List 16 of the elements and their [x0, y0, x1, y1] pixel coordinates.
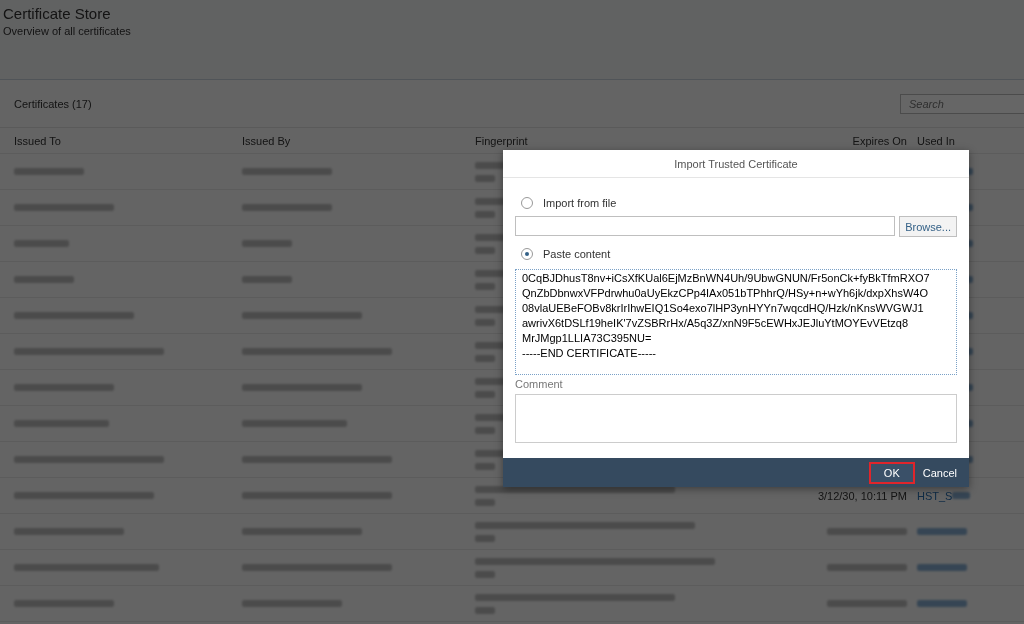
file-path-field[interactable] — [515, 216, 896, 236]
cancel-button[interactable]: Cancel — [918, 461, 961, 484]
certificate-content-field[interactable]: 0CqBJDhusT8nv+iCsXfKUal6EjMzBnWN4Uh/9UbwGNUN/Fr5onCk+fyBkTfmRXO7 QnZbDbnwxVFPdrwhu0aUyEkzCPp4IAx051bTPhhrQ/HSy+n+wYh6jk/dxpXhsW4O 08vlaUEBeFOBv8krIrIhwEIQ1So4exo7lHP3ynHYYn7wqcdHQ/Hzk/nKnsWVGWJ1 awrivX6tDSLf19heIK'7vZSBRrHx/A5q3Z/xnN9F5cEWHxJEJluYtMOYEvVEtzq8 MrJMgp1LLIA73C395NU= -----END CERTIFICATE----- — [515, 269, 957, 375]
comment-label: Comment — [515, 378, 564, 390]
radio-button[interactable] — [521, 248, 533, 260]
table-title: Certificates (17) — [14, 97, 92, 110]
radio-button[interactable] — [521, 197, 533, 209]
comment-field[interactable] — [515, 394, 957, 443]
expiry-date: 3/12/30, 10:11 PM — [817, 489, 907, 502]
option-label[interactable]: Paste content — [543, 248, 611, 260]
option-label[interactable]: Import from file — [543, 197, 617, 209]
dialog-title: Import Trusted Certificate — [503, 150, 969, 178]
browse-button[interactable]: Browse... — [899, 216, 957, 237]
page-subtitle: Overview of all certificates — [3, 25, 132, 37]
page-title: Certificate Store — [3, 5, 112, 22]
ok-button[interactable]: OK — [868, 461, 915, 484]
